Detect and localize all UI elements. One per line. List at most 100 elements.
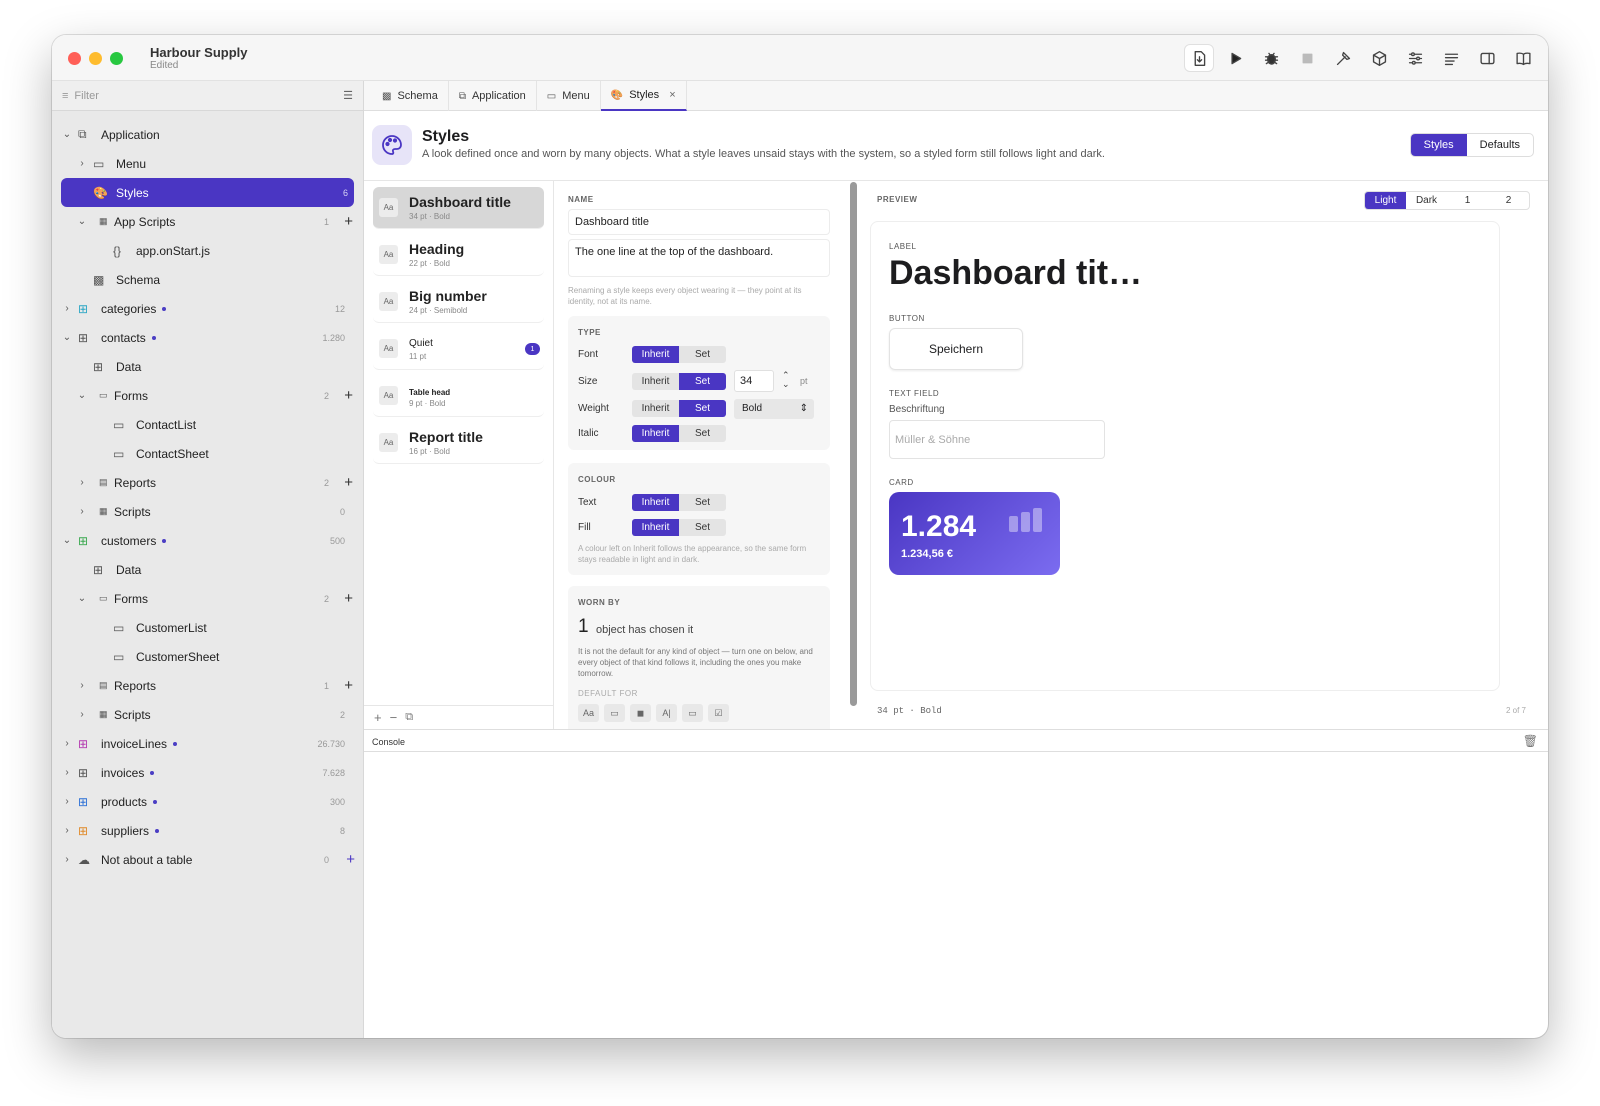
book-icon[interactable] bbox=[1508, 44, 1538, 72]
tab-application[interactable]: ⧉ Application bbox=[449, 81, 537, 111]
checkbox-type-icon[interactable]: ☑ bbox=[708, 704, 729, 722]
sidebar-item-customerlist[interactable]: ▭ CustomerList bbox=[52, 613, 363, 642]
sidebar-item-styles[interactable]: 🎨 Styles 6 bbox=[61, 178, 354, 207]
add-style-button[interactable]: + bbox=[374, 710, 382, 725]
minimize-window-button[interactable] bbox=[89, 52, 102, 65]
lines-icon[interactable] bbox=[1436, 44, 1466, 72]
sidebar-item-not-about-table[interactable]: › ☁ Not about a table 0 + bbox=[52, 845, 363, 874]
filter-options-icon[interactable]: ☰ bbox=[343, 89, 353, 102]
zoom-window-button[interactable] bbox=[110, 52, 123, 65]
sidebar-item-menu[interactable]: › ▭ Menu bbox=[52, 149, 363, 178]
fill-set-button[interactable]: Set bbox=[679, 519, 726, 536]
chevron-right-icon[interactable]: › bbox=[77, 506, 87, 517]
sidebar-item-customers-scripts[interactable]: › ▦ Scripts 2 bbox=[52, 700, 363, 729]
sidebar-item-customers-forms[interactable]: ⌄ ▭ Forms 2 + bbox=[52, 584, 363, 613]
button-type-icon[interactable]: ▭ bbox=[604, 704, 625, 722]
weight-select[interactable]: Bold ⇕ bbox=[734, 399, 814, 419]
style-list-item[interactable]: Aa Big number 24 pt · Semibold bbox=[373, 281, 544, 323]
text-inherit-button[interactable]: Inherit bbox=[632, 494, 679, 511]
remove-style-button[interactable]: − bbox=[390, 710, 398, 725]
sidebar-item-customers[interactable]: ⌄ ⊞ customers 500 bbox=[52, 526, 363, 555]
chevron-down-icon[interactable]: ⌄ bbox=[77, 216, 87, 227]
chevron-down-icon[interactable]: ⌄ bbox=[62, 129, 72, 140]
style-list-item[interactable]: Aa Dashboard title 34 pt · Bold bbox=[373, 187, 544, 229]
style-description-field[interactable]: The one line at the top of the dashboard… bbox=[568, 239, 830, 277]
chevron-right-icon[interactable]: › bbox=[62, 796, 72, 807]
weight-inherit-button[interactable]: Inherit bbox=[632, 400, 679, 417]
size-set-button[interactable]: Set bbox=[679, 373, 726, 390]
sidebar-item-app-onstart[interactable]: {} app.onStart.js bbox=[52, 236, 363, 265]
sidebar-item-app-scripts[interactable]: ⌄ ▦ App Scripts 1 + bbox=[52, 207, 363, 236]
sidebar-item-customers-reports[interactable]: › ▤ Reports 1 + bbox=[52, 671, 363, 700]
add-icon[interactable]: + bbox=[344, 677, 353, 694]
trash-icon[interactable]: 🗑 bbox=[1523, 734, 1538, 748]
sidebar-item-contacts[interactable]: ⌄ ⊞ contacts 1.280 bbox=[52, 323, 363, 352]
frame-type-icon[interactable]: ▭ bbox=[682, 704, 703, 722]
chevron-down-icon[interactable]: ⌄ bbox=[62, 535, 72, 546]
chevron-down-icon[interactable]: ⌄ bbox=[62, 332, 72, 343]
style-name-field[interactable]: Dashboard title bbox=[568, 209, 830, 235]
weight-set-button[interactable]: Set bbox=[679, 400, 726, 417]
preview-text-field[interactable]: Müller & Söhne bbox=[889, 420, 1105, 459]
label-type-icon[interactable]: Aa bbox=[578, 704, 599, 722]
add-icon[interactable]: + bbox=[344, 474, 353, 491]
chevron-right-icon[interactable]: › bbox=[62, 825, 72, 836]
duplicate-style-button[interactable]: ⧉ bbox=[405, 711, 413, 724]
chevron-right-icon[interactable]: › bbox=[77, 477, 87, 488]
chevron-right-icon[interactable]: › bbox=[77, 158, 87, 169]
filter-bar[interactable]: ≡ Filter ☰ bbox=[52, 81, 363, 111]
font-set-button[interactable]: Set bbox=[679, 346, 726, 363]
stop-icon[interactable] bbox=[1292, 44, 1322, 72]
sidebar-item-schema[interactable]: ▩ Schema bbox=[52, 265, 363, 294]
sidebar-item-suppliers[interactable]: › ⊞ suppliers 8 bbox=[52, 816, 363, 845]
chevron-right-icon[interactable]: › bbox=[62, 767, 72, 778]
add-icon[interactable]: + bbox=[344, 213, 353, 230]
style-list-item[interactable]: Aa Report title 16 pt · Bold bbox=[373, 422, 544, 464]
appearance-option-light[interactable]: Light bbox=[1365, 192, 1406, 209]
style-list-item[interactable]: Aa Quiet 11 pt 1 bbox=[373, 328, 544, 370]
sidebar-item-categories[interactable]: › ⊞ categories 12 bbox=[52, 294, 363, 323]
settings-sliders-icon[interactable] bbox=[1400, 44, 1430, 72]
add-icon[interactable]: + bbox=[344, 590, 353, 607]
close-tab-icon[interactable]: × bbox=[669, 89, 675, 101]
tab-schema[interactable]: ▩ Schema bbox=[372, 81, 449, 111]
chevron-right-icon[interactable]: › bbox=[62, 854, 72, 865]
chevron-right-icon[interactable]: › bbox=[77, 680, 87, 691]
size-inherit-button[interactable]: Inherit bbox=[632, 373, 679, 390]
italic-set-button[interactable]: Set bbox=[679, 425, 726, 442]
defaults-mode-button[interactable]: Defaults bbox=[1467, 134, 1533, 156]
tab-styles[interactable]: 🎨 Styles × bbox=[600, 81, 687, 111]
style-list-item[interactable]: Aa Heading 22 pt · Bold bbox=[373, 234, 544, 276]
sidebar-item-products[interactable]: › ⊞ products 300 bbox=[52, 787, 363, 816]
add-icon[interactable]: + bbox=[344, 387, 353, 404]
tab-menu[interactable]: ▭ Menu bbox=[537, 81, 601, 111]
italic-inherit-button[interactable]: Inherit bbox=[632, 425, 679, 442]
style-list-item[interactable]: Aa Table head 9 pt · Bold bbox=[373, 375, 544, 417]
sidebar-item-contactlist[interactable]: ▭ ContactList bbox=[52, 410, 363, 439]
chevron-down-icon[interactable]: ⌄ bbox=[77, 390, 87, 401]
appearance-option-2[interactable]: 2 bbox=[1488, 192, 1529, 209]
run-icon[interactable] bbox=[1220, 44, 1250, 72]
close-window-button[interactable] bbox=[68, 52, 81, 65]
preview-button[interactable]: Speichern bbox=[889, 328, 1023, 370]
build-icon[interactable] bbox=[1328, 44, 1358, 72]
styles-mode-button[interactable]: Styles bbox=[1410, 134, 1467, 156]
add-icon[interactable]: + bbox=[346, 851, 355, 868]
text-field-type-icon[interactable]: A| bbox=[656, 704, 677, 722]
size-input[interactable]: 34 bbox=[734, 370, 774, 392]
sidebar-item-contactsheet[interactable]: ▭ ContactSheet bbox=[52, 439, 363, 468]
export-icon[interactable] bbox=[1184, 44, 1214, 72]
chevron-down-icon[interactable]: ⌄ bbox=[77, 593, 87, 604]
split-view-icon[interactable] bbox=[1472, 44, 1502, 72]
text-set-button[interactable]: Set bbox=[679, 494, 726, 511]
sidebar-item-contacts-forms[interactable]: ⌄ ▭ Forms 2 + bbox=[52, 381, 363, 410]
filter-input[interactable]: Filter bbox=[74, 90, 98, 102]
sidebar-item-contacts-data[interactable]: ⊞ Data bbox=[52, 352, 363, 381]
sidebar-item-application[interactable]: ⌄ ⧉ Application bbox=[52, 120, 363, 149]
appearance-option-1[interactable]: 1 bbox=[1447, 192, 1488, 209]
font-inherit-button[interactable]: Inherit bbox=[632, 346, 679, 363]
fill-inherit-button[interactable]: Inherit bbox=[632, 519, 679, 536]
package-icon[interactable] bbox=[1364, 44, 1394, 72]
editor-scrollbar[interactable] bbox=[850, 182, 857, 706]
sidebar-item-customers-data[interactable]: ⊞ Data bbox=[52, 555, 363, 584]
